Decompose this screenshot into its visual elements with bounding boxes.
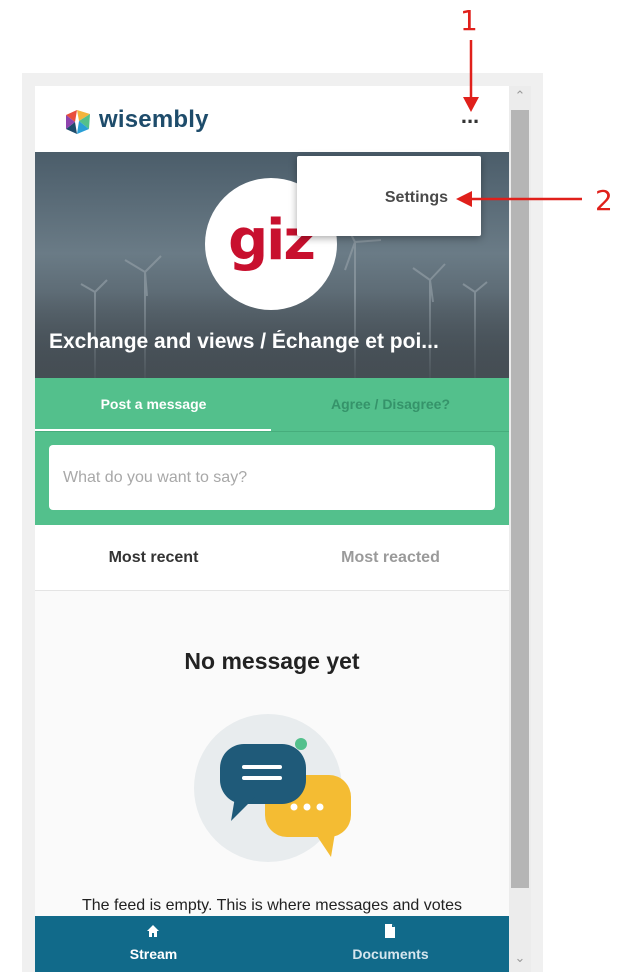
tab-divider <box>35 431 509 432</box>
sort-most-recent[interactable]: Most recent <box>35 525 272 590</box>
tab-agree-disagree[interactable]: Agree / Disagree? <box>272 378 509 431</box>
wisembly-app: wisembly ... giz Exchange and views / Éc… <box>35 86 509 972</box>
app-header: wisembly ... <box>35 86 509 152</box>
scrollbar-thumb[interactable] <box>511 110 529 888</box>
nav-stream-label: Stream <box>129 946 178 962</box>
compose-panel: Post a message Agree / Disagree? <box>35 378 509 525</box>
empty-feed-title: No message yet <box>184 648 360 674</box>
home-icon <box>147 925 159 937</box>
scrollbar[interactable]: ⌃ ⌄ <box>509 86 531 972</box>
settings-dropdown: Settings <box>297 156 481 236</box>
annotation-marker-1: 1 <box>460 4 478 37</box>
nav-documents-label: Documents <box>352 946 429 962</box>
chat-bubbles-icon <box>194 714 351 862</box>
sort-most-reacted[interactable]: Most reacted <box>272 525 509 590</box>
more-dots-icon[interactable]: ... <box>455 105 485 134</box>
sort-tabs: Most recent Most reacted <box>35 525 509 591</box>
event-title: Exchange and views / Échange et poi... <box>49 330 439 353</box>
scroll-up-icon[interactable]: ⌃ <box>513 90 527 104</box>
annotation-marker-2: 2 <box>595 184 613 217</box>
message-input[interactable] <box>49 445 495 510</box>
nav-stream[interactable]: Stream <box>35 916 272 972</box>
settings-menu-item[interactable]: Settings <box>385 189 448 207</box>
empty-feed-text: The feed is empty. This is where message… <box>81 897 463 914</box>
brand-name: wisembly <box>99 106 209 133</box>
bottom-navigation: Stream Documents <box>35 916 509 972</box>
nav-documents[interactable]: Documents <box>272 916 509 972</box>
document-icon <box>385 924 395 938</box>
tab-post-message[interactable]: Post a message <box>35 378 272 431</box>
message-feed: No message yet The feed is empty. This i… <box>35 591 509 918</box>
wisembly-logo-icon <box>66 110 90 134</box>
scroll-down-icon[interactable]: ⌄ <box>513 952 527 966</box>
